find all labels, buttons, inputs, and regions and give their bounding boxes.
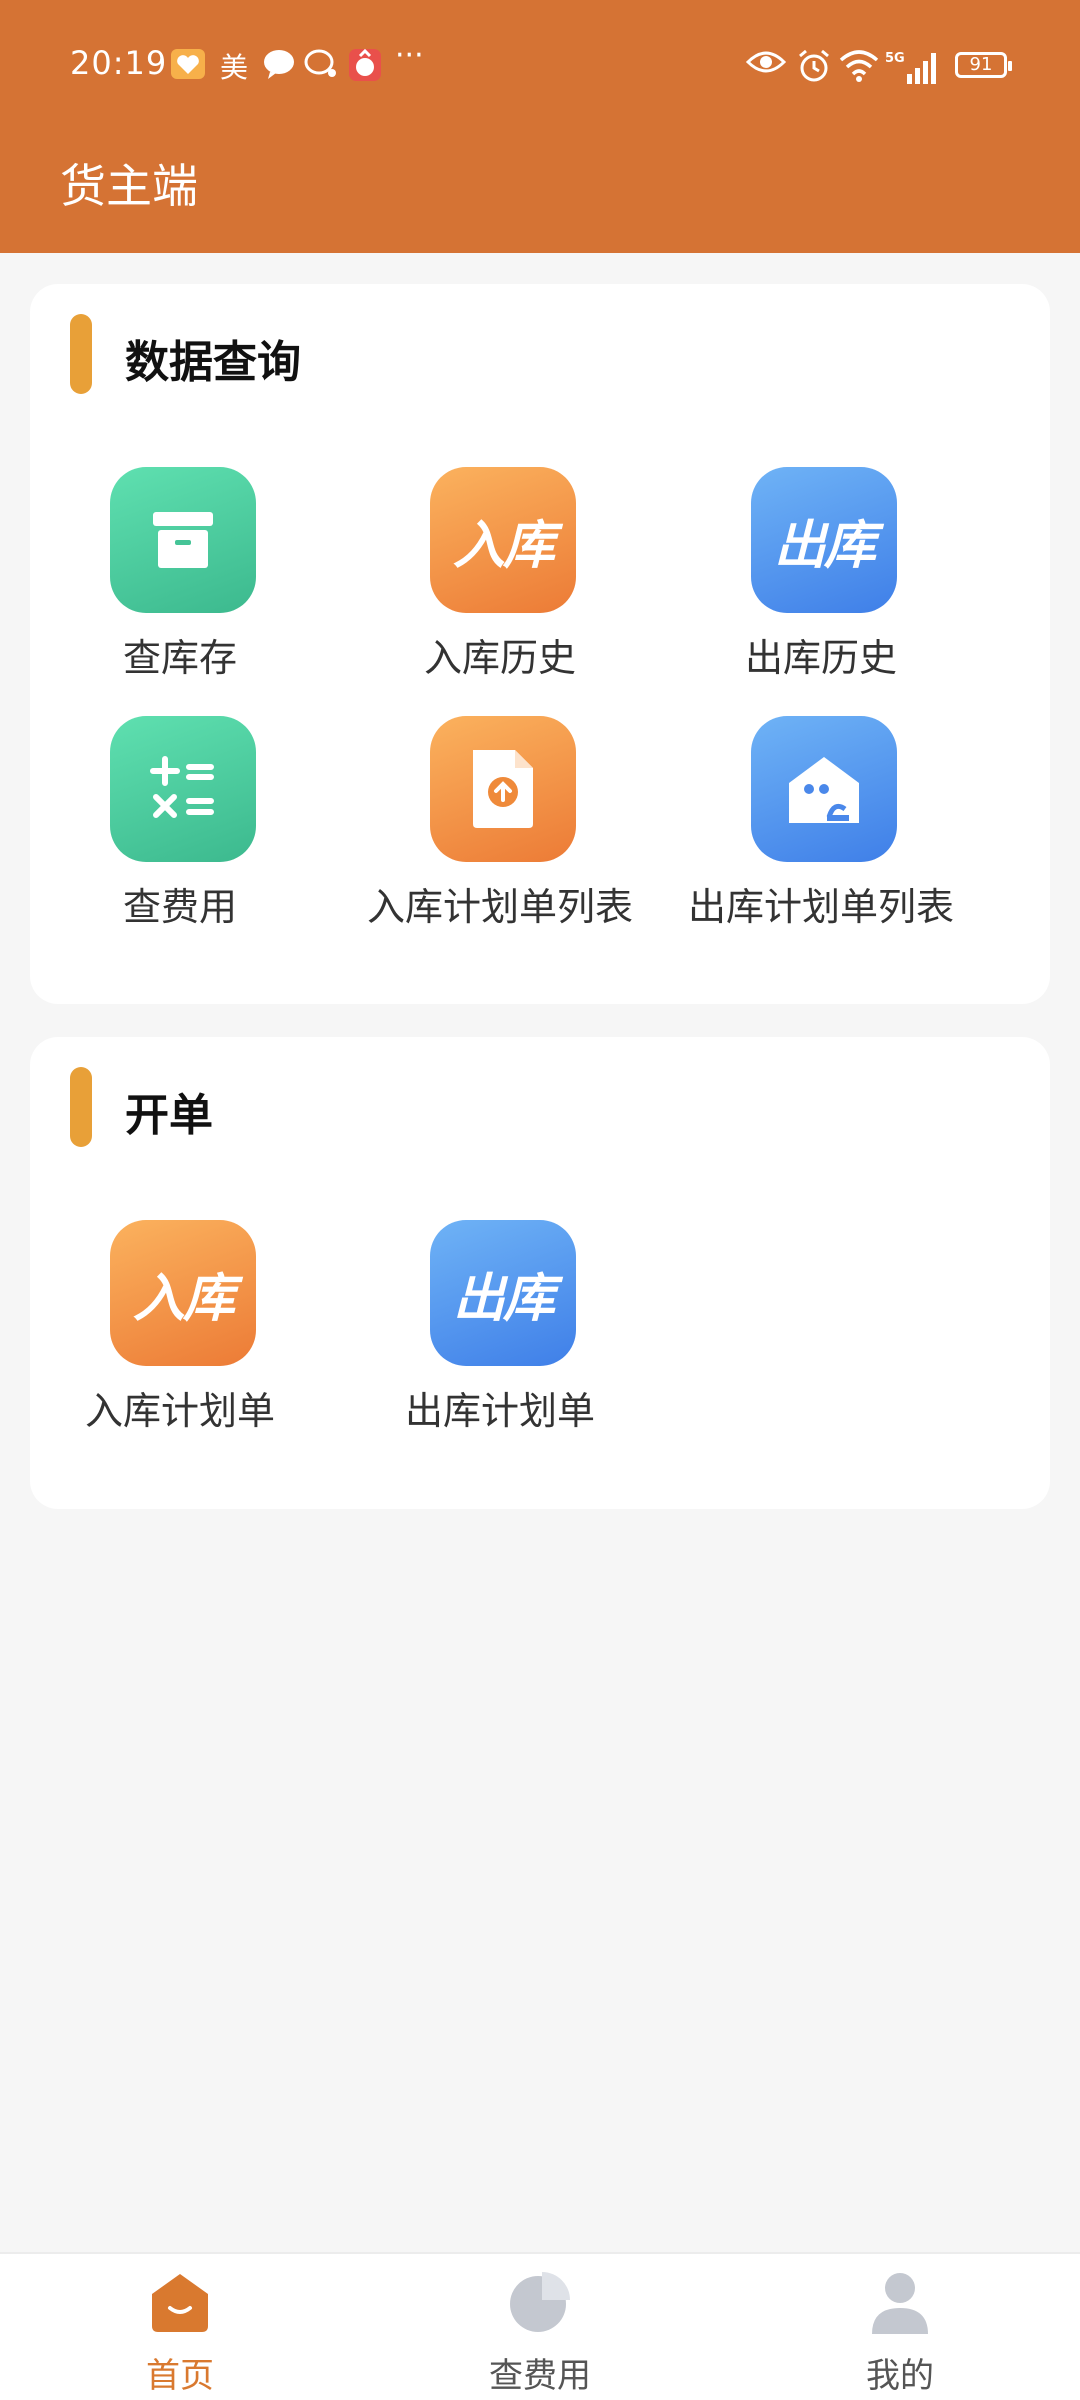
alarm-clock-icon: [796, 48, 832, 84]
heart-app-icon: [170, 48, 206, 80]
tab-fees[interactable]: 查费用: [440, 2268, 640, 2396]
archive-box-icon: [110, 467, 256, 613]
inbound-history-button[interactable]: 入库 入库历史: [350, 467, 650, 687]
battery-icon: 91: [955, 52, 1012, 78]
tab-label: 查费用: [489, 2356, 591, 2396]
tab-label: 首页: [146, 2356, 214, 2396]
chat-bubble-icon: [262, 48, 296, 80]
section-title: 数据查询: [125, 337, 301, 388]
inbound-text-icon: 入库: [430, 467, 576, 613]
outbound-plan-button[interactable]: 出库 出库计划单: [350, 1220, 650, 1440]
status-time: 20:19: [70, 44, 168, 82]
home-icon: [146, 2268, 214, 2336]
section-accent-bar: [70, 314, 92, 394]
tab-mine[interactable]: 我的: [800, 2268, 1000, 2396]
query-inventory-button[interactable]: 查库存: [30, 467, 330, 687]
section-title: 开单: [125, 1090, 213, 1141]
mascot-app-icon: [348, 48, 382, 82]
message-outline-icon: [303, 48, 339, 80]
warehouse-icon: [751, 716, 897, 862]
status-bar: 20:19 美 ··· 5G 91: [0, 38, 1080, 94]
outbound-history-button[interactable]: 出库 出库历史: [671, 467, 971, 687]
signal-5g-icon: 5G: [885, 48, 943, 86]
pie-chart-icon: [506, 2268, 574, 2336]
inbound-plan-list-button[interactable]: 入库计划单列表: [350, 716, 650, 936]
tab-home[interactable]: 首页: [80, 2268, 280, 2396]
status-carrier-label: 美: [220, 51, 249, 84]
outbound-text-icon: 出库: [430, 1220, 576, 1366]
more-notifications-icon: ···: [395, 38, 424, 73]
item-label: 入库计划单列表: [366, 885, 633, 929]
item-label: 入库历史: [423, 636, 576, 680]
create-order-card: 开单 入库 入库计划单 出库 出库计划单: [30, 1037, 1050, 1509]
item-label: 出库计划单列表: [687, 885, 954, 929]
tab-label: 我的: [866, 2356, 934, 2396]
calculator-icon: [110, 716, 256, 862]
svg-text:5G: 5G: [885, 51, 905, 66]
app-header: 20:19 美 ··· 5G 91 货主端: [0, 0, 1080, 253]
inbound-text-icon: 入库: [110, 1220, 256, 1366]
item-label: 查费用: [122, 885, 237, 929]
query-fees-button[interactable]: 查费用: [30, 716, 330, 936]
outbound-text-icon: 出库: [751, 467, 897, 613]
eye-icon: [746, 48, 786, 76]
inbound-plan-button[interactable]: 入库 入库计划单: [30, 1220, 330, 1440]
user-icon: [866, 2268, 934, 2336]
item-label: 入库计划单: [84, 1389, 275, 1433]
bottom-tab-bar: 首页 查费用 我的: [0, 2252, 1080, 2400]
wifi-icon: [838, 48, 880, 82]
outbound-plan-list-button[interactable]: 出库计划单列表: [671, 716, 971, 936]
item-label: 出库历史: [744, 636, 897, 680]
data-query-card: 数据查询 查库存 入库 入库历史 出库 出库历史 查费用 入库计划单列表 出库计…: [30, 284, 1050, 1004]
section-accent-bar: [70, 1067, 92, 1147]
item-label: 查库存: [122, 636, 237, 680]
page-title: 货主端: [60, 159, 198, 213]
upload-file-icon: [430, 716, 576, 862]
item-label: 出库计划单: [404, 1389, 595, 1433]
